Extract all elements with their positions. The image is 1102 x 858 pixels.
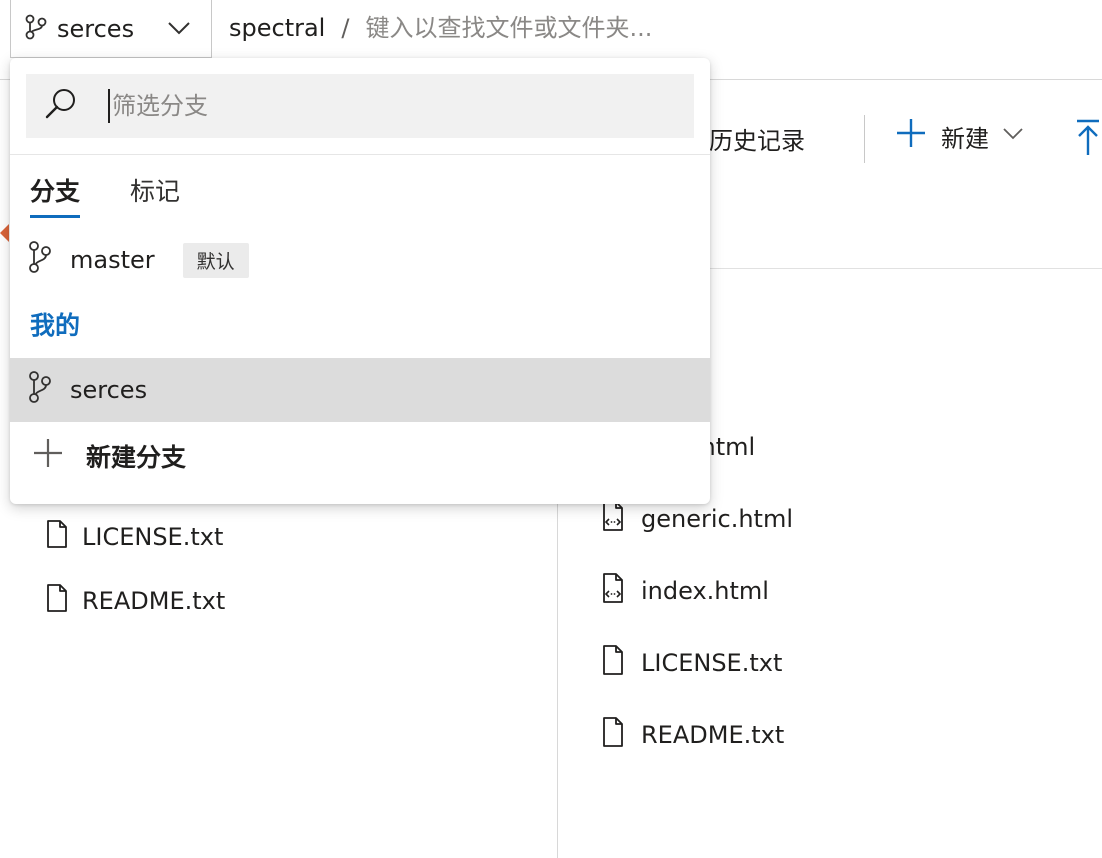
branch-icon bbox=[25, 14, 47, 44]
breadcrumb: spectral / bbox=[229, 10, 826, 46]
file-icon bbox=[46, 584, 68, 618]
code-file-icon bbox=[601, 501, 625, 537]
plus-icon bbox=[895, 117, 927, 155]
tree-marker bbox=[0, 224, 9, 242]
tree-item[interactable]: README.txt bbox=[46, 581, 225, 621]
current-branch-label: serces bbox=[57, 14, 135, 43]
file-icon bbox=[46, 520, 68, 554]
branch-item-default[interactable]: master 默认 bbox=[10, 228, 710, 292]
file-icon bbox=[601, 717, 625, 753]
file-row[interactable]: README.txt bbox=[601, 715, 784, 755]
branch-filter-input[interactable] bbox=[108, 89, 628, 123]
chevron-down-icon bbox=[1001, 121, 1025, 151]
file-name: README.txt bbox=[641, 721, 785, 749]
new-button-label: 新建 bbox=[941, 124, 989, 153]
branch-icon bbox=[28, 240, 52, 280]
tab-branches[interactable]: 分支 bbox=[30, 172, 81, 218]
file-row[interactable]: index.html bbox=[601, 571, 769, 611]
file-name: generic.html bbox=[641, 505, 794, 533]
file-row[interactable]: generic.html bbox=[601, 499, 793, 539]
tree-item-label: README.txt bbox=[82, 587, 226, 615]
chevron-down-icon bbox=[165, 14, 193, 46]
file-search-input[interactable] bbox=[365, 14, 826, 42]
new-branch-button[interactable]: 新建分支 bbox=[10, 424, 710, 488]
dropdown-separator bbox=[10, 154, 710, 155]
file-name: LICENSE.txt bbox=[641, 649, 783, 677]
branch-filter-box[interactable] bbox=[26, 74, 694, 138]
history-button[interactable]: 历史记录 bbox=[709, 121, 805, 156]
default-badge: 默认 bbox=[182, 242, 249, 278]
search-icon bbox=[44, 87, 78, 125]
new-branch-label: 新建分支 bbox=[86, 443, 187, 472]
repo-name[interactable]: spectral bbox=[229, 14, 325, 42]
file-name: index.html bbox=[641, 577, 769, 605]
branch-icon bbox=[28, 370, 52, 410]
tab-tags[interactable]: 标记 bbox=[130, 172, 180, 218]
file-row[interactable]: LICENSE.txt bbox=[601, 643, 782, 683]
breadcrumb-separator: / bbox=[341, 14, 350, 42]
tree-item-label: LICENSE.txt bbox=[82, 523, 224, 551]
branch-selector-button[interactable]: serces bbox=[10, 0, 212, 58]
toolbar-divider bbox=[864, 115, 865, 163]
upload-icon[interactable] bbox=[1075, 119, 1101, 159]
code-file-icon bbox=[601, 573, 625, 609]
branch-dropdown: 分支 标记 master 默认 我的 serces 新建分支 bbox=[10, 58, 710, 504]
plus-icon bbox=[32, 437, 64, 475]
branch-item-selected[interactable]: serces bbox=[10, 358, 710, 422]
branch-name: master bbox=[70, 246, 155, 274]
new-button[interactable]: 新建 bbox=[895, 117, 1025, 155]
tree-item[interactable]: LICENSE.txt bbox=[46, 517, 223, 557]
branch-name: serces bbox=[70, 376, 148, 404]
section-header-mine: 我的 bbox=[30, 311, 81, 340]
file-icon bbox=[601, 645, 625, 681]
